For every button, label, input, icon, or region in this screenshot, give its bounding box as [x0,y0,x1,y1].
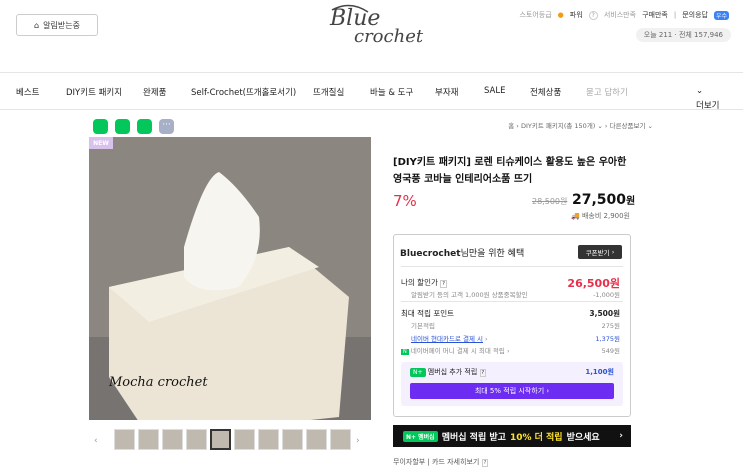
bookmark-share-icon[interactable] [137,119,152,134]
help-icon[interactable]: ? [479,369,487,377]
thumbnail[interactable] [138,429,159,450]
nav-item-sale[interactable]: SALE [484,86,505,96]
membership-start-button[interactable]: 최대 5% 적립 시작하기 › [410,383,614,399]
breadcrumb-other[interactable]: 다른상품보기 [610,122,646,130]
basic-points-label: 기본적립 [411,322,435,330]
thumbnail-strip [114,429,351,450]
logo-line2: crochet [354,26,424,47]
inquiry-badge: 우수 [713,10,729,20]
store-grade-label: 스토어등급 [519,11,552,19]
thumbnail-selected[interactable] [210,429,231,450]
product-main-image[interactable]: Mocha crochet [89,137,371,420]
nav-item-finished[interactable]: 완제품 [143,86,166,98]
card-value: 1,375원 [595,335,620,343]
grade-value: 파워 [569,11,583,19]
nav-item-diy-kit[interactable]: DIY키트 패키지 [66,86,122,98]
new-badge: NEW [89,137,113,149]
benefit-heading: Bluecrochet님만을 위한 혜택 [400,249,525,259]
chevron-right-icon: › [619,431,623,441]
image-watermark: Mocha crochet [109,375,208,390]
naver-plus-tag: N+ 멤버십 [403,430,438,442]
more-share-icon[interactable]: ··· [159,119,174,134]
grade-medal-icon: ● [557,11,564,19]
help-icon[interactable]: ? [588,10,598,20]
thumbnail[interactable] [114,429,135,450]
talk-share-icon[interactable] [93,119,108,134]
thumbnail[interactable] [306,429,327,450]
help-icon[interactable]: ? [481,459,489,467]
home-alarm-icon: ⌂ [34,20,40,30]
shipping-fee: 🚚 배송비 2,900원 [571,212,630,220]
purchase-satisfaction-label: 구매만족 [642,11,668,19]
member-label: N+ 멤버십 추가 적립 ? [410,367,487,377]
card-detail-link[interactable]: 카드 자세히보기 [432,458,479,466]
alarm-discount-value: -1,000원 [593,291,620,299]
thumb-prev-icon[interactable]: ‹ [94,436,98,446]
my-price-label: 나의 할인가 ? [401,278,447,288]
alarm-discount-label: 알림받기 등의 고객 1,000원 상품중복할인 [411,291,528,299]
sale-price: 27,500원 [572,192,636,208]
store-logo[interactable]: Blue crochet [310,2,435,52]
thumbnail[interactable] [258,429,279,450]
thumbnail[interactable] [234,429,255,450]
thumbnail[interactable] [162,429,183,450]
card-link[interactable]: 네이버 현대카드로 결제 시 › [411,333,488,343]
divider: | [673,11,677,19]
nav-item-yarn[interactable]: 뜨개질실 [313,86,344,98]
divider [401,301,623,302]
installment-info: 무이자할부 | 카드 자세히보기 ? [393,458,489,467]
nav-more[interactable]: 더보기 ⌄ [696,86,719,111]
nav-item-all[interactable]: 전체상품 [530,86,561,98]
nav-item-best[interactable]: 베스트 [16,86,39,98]
alarm-button[interactable]: ⌂ 알림받는중 [16,14,98,36]
breadcrumb-category[interactable]: DIY키트 패키지(총 150개) [521,122,595,130]
npay-icon: N [401,349,409,355]
visitor-counter: 오늘 211 · 전체 157,946 [635,28,731,42]
category-nav: 베스트 DIY키트 패키지 완제품 Self-Crochet(뜨개홀로서기) 뜨… [0,72,743,111]
inquiry-label: 문의응답 [682,11,708,19]
breadcrumb-home[interactable]: 홈 [508,122,514,130]
money-row[interactable]: N 네이버페이 머니 결제 시 최대 적립 › [401,345,510,355]
original-price: 28,500원 [532,197,568,206]
thumb-next-icon[interactable]: › [356,436,360,446]
alarm-label: 알림받는중 [43,20,80,30]
divider [401,266,623,267]
share-icons: ··· [93,119,174,134]
nav-item-needles[interactable]: 바늘 & 도구 [370,86,413,98]
basic-points-value: 275원 [601,322,620,330]
thumbnail[interactable] [282,429,303,450]
membership-banner[interactable]: N+ 멤버십 멤버십 적립 받고 10% 더 적립 받으세요 › [393,425,631,447]
thumbnail[interactable] [330,429,351,450]
friend-share-icon[interactable] [115,119,130,134]
max-points-value: 3,500원 [589,309,620,318]
thumbnail[interactable] [186,429,207,450]
breadcrumb: 홈 › DIY키트 패키지(총 150개) ⌄ › 다른상품보기 ⌄ [508,122,653,130]
money-value: 549원 [601,347,620,355]
nav-item-self-crochet[interactable]: Self-Crochet(뜨개홀로서기) [191,86,296,98]
service-satisfaction-label: 서비스만족 [603,11,637,19]
nav-item-qna[interactable]: 묻고 답하기 [586,86,628,98]
coupon-button[interactable]: 쿠폰받기 › [578,245,622,259]
product-title: [DIY키트 패키지] 로렌 티슈케이스 활용도 높은 우아한 영국풍 코바늘 … [393,157,627,185]
discount-rate: 7% [393,192,417,210]
help-icon[interactable]: ? [440,280,447,288]
naver-plus-icon: N+ [410,368,426,377]
truck-icon: 🚚 [571,212,580,220]
max-points-label: 최대 적립 포인트 [401,309,455,318]
member-value: 1,100원 [585,368,614,376]
nav-item-materials[interactable]: 부자재 [435,86,458,98]
top-links: 스토어등급 ● 파워 ? 서비스만족 구매만족 | 문의응답 우수 [519,10,729,20]
